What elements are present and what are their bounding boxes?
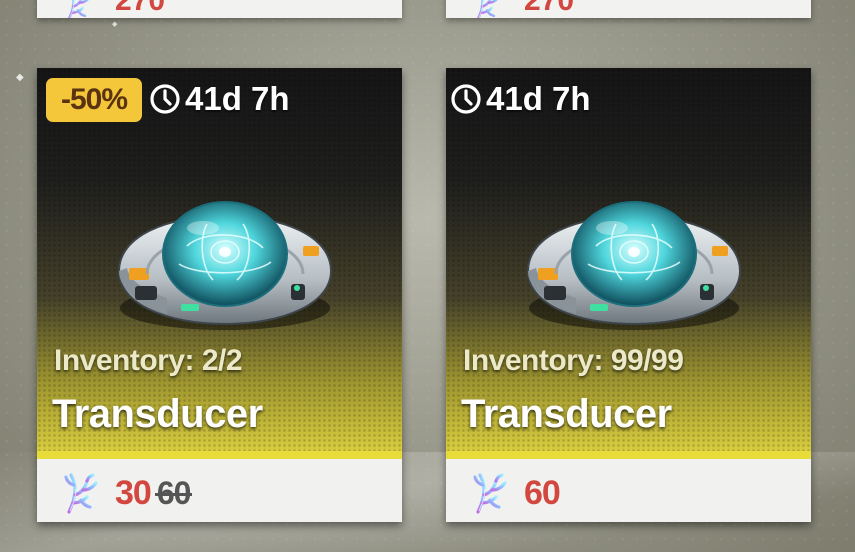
timer-text: 41d 7h [486, 80, 591, 117]
inventory-count: Inventory: 99/99 [463, 344, 684, 377]
item-name: Transducer [461, 392, 672, 436]
discount-badge: -50% [46, 78, 142, 122]
timer: 41d 7h [149, 80, 290, 118]
inventory-count: Inventory: 2/2 [54, 344, 243, 377]
item-name: Transducer [52, 392, 263, 436]
sparkle: ◆ [16, 72, 24, 83]
shop-card-transducer-discounted[interactable]: -50% 41d 7h Inventory: 2/2 Transducer 30… [37, 68, 402, 522]
card-price: 270 [115, 0, 166, 17]
sparkle: ◆ [112, 21, 118, 28]
clock-icon [149, 83, 181, 115]
current-price: 30 [115, 473, 152, 512]
transducer-item-image [107, 176, 337, 336]
current-price: 60 [524, 473, 561, 512]
coral-icon [470, 471, 510, 515]
coral-icon [61, 471, 101, 515]
price-row: 30 60 [61, 471, 192, 515]
shop-card-transducer[interactable]: 41d 7h Inventory: 99/99 Transducer 60 [446, 68, 811, 522]
card-accent-strip [446, 451, 811, 459]
coral-icon [470, 0, 504, 18]
shop-card-top-1[interactable]: 270 [37, 0, 402, 18]
price-row: 60 [470, 471, 561, 515]
transducer-item-image [516, 176, 746, 336]
shop-card-top-2[interactable]: 270 [446, 0, 811, 18]
clock-icon [450, 83, 482, 115]
coral-icon [61, 0, 95, 18]
card-price: 270 [524, 0, 575, 17]
timer-text: 41d 7h [185, 80, 290, 117]
timer: 41d 7h [450, 80, 591, 118]
card-accent-strip [37, 451, 402, 459]
original-price: 60 [154, 474, 192, 511]
